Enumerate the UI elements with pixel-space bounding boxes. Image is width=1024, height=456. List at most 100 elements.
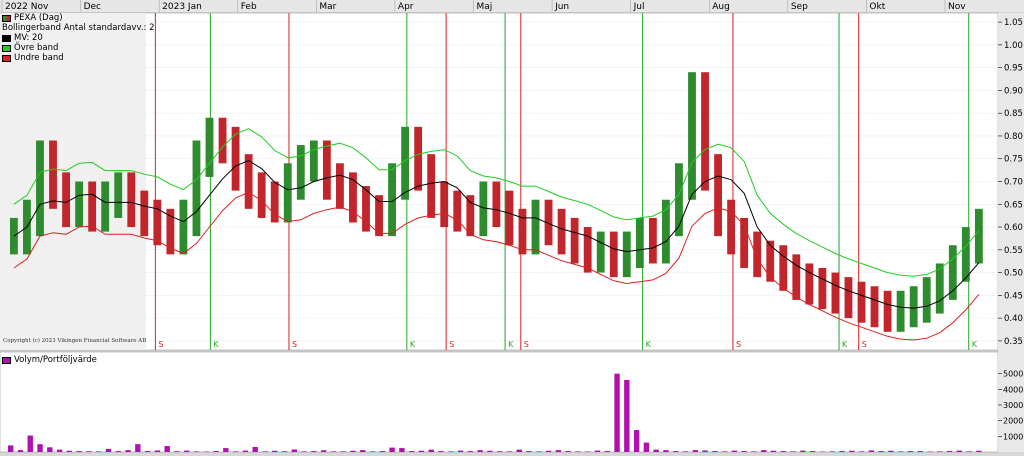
volume-bar-26	[262, 451, 268, 452]
volume-bar-90	[888, 450, 894, 452]
price-bar-4	[62, 172, 70, 228]
volume-bar-71	[702, 450, 708, 452]
signal-label-0: S	[158, 340, 163, 349]
volume-bar-92	[907, 451, 914, 452]
price-bar-5	[75, 181, 84, 228]
volume-bar-24	[242, 450, 249, 452]
price-bar-45	[596, 231, 605, 273]
volume-bar-67	[663, 450, 669, 452]
ma-swatch-icon	[2, 34, 11, 42]
signal-label-10: S	[862, 340, 867, 349]
timeline-label-3: Feb	[241, 2, 257, 12]
legend-bollinger: Bollingerband Antal standardavv.: 2	[2, 23, 155, 33]
volume-bar-39	[389, 447, 395, 452]
volume-bar-41	[408, 451, 415, 452]
copyright-text: Copyright (c) 2023 Vikingen Financial So…	[3, 338, 147, 344]
legend-series-label: PEXA (Dag)	[14, 13, 63, 23]
vol-y-tick-label-2: 3000'	[1003, 401, 1024, 410]
vol-y-tick-label-1: 2000'	[1003, 417, 1024, 426]
volume-legend-label: Volym/Portföljvärde	[14, 355, 97, 365]
signal-label-7: K	[646, 340, 652, 349]
price-bar-34	[453, 190, 462, 232]
signal-label-6: S	[524, 340, 529, 349]
volume-bar-73	[721, 451, 728, 452]
volume-bar-87	[858, 451, 865, 452]
price-bar-62	[818, 268, 827, 310]
volume-bar-88	[868, 450, 875, 452]
volume-bar-7	[76, 451, 82, 452]
price-bar-7	[101, 181, 110, 232]
volume-bar-13	[135, 444, 141, 452]
volume-bar-80	[790, 451, 796, 452]
volume-bar-0	[8, 445, 14, 452]
price-bar-10	[140, 190, 149, 237]
signal-label-4: S	[449, 340, 454, 349]
volume-bar-40	[399, 448, 405, 452]
volume-bar-1	[17, 450, 24, 452]
volume-bar-30	[301, 451, 307, 452]
y-tick-label-0: 0.35	[1004, 337, 1023, 347]
price-bar-11	[153, 199, 162, 246]
volume-bar-27	[272, 450, 278, 452]
volume-legend: Volym/Portföljvärde	[2, 355, 97, 365]
price-bar-15	[205, 117, 214, 177]
price-bar-23	[309, 140, 318, 182]
volume-bar-64	[633, 430, 640, 452]
volume-bar-93	[917, 451, 923, 452]
volume-bar-17	[174, 451, 180, 452]
timeline-label-1: Dec	[84, 2, 101, 12]
chart-svg: 2022 Nov Dec 2023 Jan Feb Mar Apr Maj Jun Jul Aug…	[0, 0, 1024, 453]
timeline-label-0: 2022 Nov	[5, 2, 49, 12]
legend-ma-label: MV: 20	[14, 33, 43, 43]
price-bar-54	[714, 154, 722, 237]
price-bar-67	[883, 290, 892, 332]
volume-bar-77	[761, 450, 767, 452]
timeline-label-4: Mar	[319, 2, 336, 12]
price-bar-59	[779, 245, 788, 291]
price-bar-61	[805, 263, 814, 305]
volume-bar-25	[252, 446, 258, 452]
volume-bar-45	[448, 451, 454, 452]
signal-label-5: K	[508, 340, 514, 349]
volume-bar-14	[144, 451, 151, 452]
volume-bar-97	[956, 450, 963, 452]
volume-bar-43	[428, 449, 434, 452]
price-bar-63	[831, 272, 840, 314]
volume-panel	[0, 351, 999, 453]
legend-series: PEXA (Dag)	[2, 13, 155, 23]
volume-bar-28	[281, 451, 288, 452]
volume-bar-23	[232, 451, 239, 452]
volume-bar-72	[712, 451, 718, 452]
volume-bar-96	[946, 451, 953, 452]
price-bar-57	[753, 231, 762, 278]
price-bar-42	[557, 208, 566, 255]
volume-bar-18	[184, 450, 190, 452]
volume-bar-38	[379, 451, 386, 452]
volume-bar-29	[291, 449, 297, 452]
price-bar-69	[909, 286, 918, 328]
timeline-label-6: Maj	[476, 2, 492, 12]
volume-bar-4	[47, 447, 53, 452]
price-bar-40	[531, 199, 540, 255]
lower-band-swatch-icon	[2, 54, 11, 62]
volume-bar-12	[125, 450, 131, 452]
timeline-label-2: 2023 Jan	[162, 2, 202, 12]
price-bar-44	[583, 227, 592, 273]
volume-bar-34	[340, 451, 346, 452]
volume-bar-8	[86, 451, 92, 452]
price-bar-58	[766, 240, 775, 282]
price-bar-47	[622, 231, 631, 278]
volume-bar-85	[839, 451, 845, 452]
price-bar-2	[36, 140, 44, 237]
volume-bar-35	[350, 450, 356, 452]
price-bar-68	[896, 290, 905, 332]
price-bar-64	[844, 277, 853, 319]
price-bar-39	[518, 208, 527, 255]
volume-swatch-icon	[2, 356, 11, 364]
price-bar-70	[922, 277, 931, 323]
price-bar-35	[466, 195, 475, 237]
y-tick-label-5: 0.60	[1004, 223, 1023, 233]
volume-bar-36	[360, 450, 366, 452]
legend-bollinger-label: Bollingerband Antal standardavv.: 2	[2, 23, 155, 33]
volume-bar-60	[594, 450, 601, 452]
